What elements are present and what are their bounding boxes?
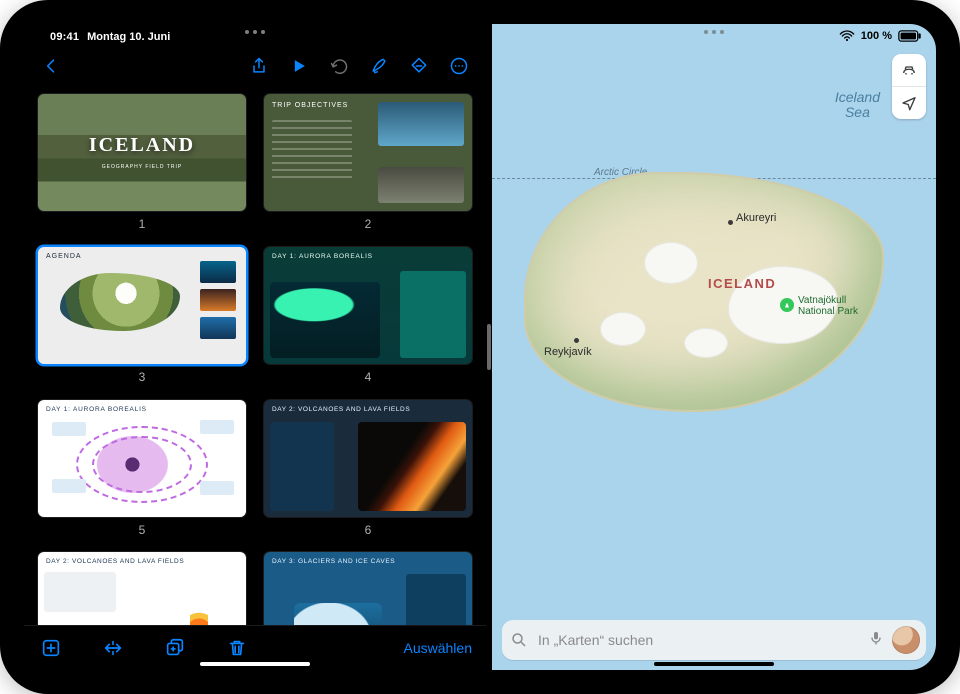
sea-label: Iceland Sea [835, 90, 880, 121]
locate-button[interactable] [892, 87, 926, 119]
split-divider-handle[interactable] [487, 324, 491, 370]
glacier [684, 328, 728, 358]
battery-percent: 100 % [861, 30, 892, 42]
slide-thumbnail[interactable]: ICELAND GEOGRAPHY FIELD TRIP 1 [38, 94, 246, 235]
slide-grid[interactable]: ICELAND GEOGRAPHY FIELD TRIP 1 TRIP OBJE… [24, 84, 486, 625]
slide-heading: DAY 3: GLACIERS AND ICE CAVES [272, 558, 395, 565]
share-button[interactable] [244, 51, 274, 81]
undo-button[interactable] [324, 51, 354, 81]
slide-thumbnail[interactable]: DAY 1: AURORA BOREALIS 4 [264, 247, 472, 388]
slide-subtitle: GEOGRAPHY FIELD TRIP [38, 164, 246, 170]
glacier [600, 312, 646, 346]
battery-icon [898, 30, 922, 42]
move-slide-button[interactable] [100, 635, 126, 661]
more-button[interactable] [444, 51, 474, 81]
multitasking-dots-left[interactable] [245, 30, 265, 34]
park-pin-icon[interactable] [780, 298, 794, 312]
maps-app[interactable]: 100 % Iceland Sea Arctic Circle ICELAND … [492, 24, 936, 670]
duplicate-slide-button[interactable] [162, 635, 188, 661]
city-dot-reykjavik[interactable] [574, 338, 579, 343]
wifi-icon [839, 30, 855, 42]
back-button[interactable] [36, 51, 66, 81]
slide-thumbnail[interactable]: DAY 2: VOLCANOES AND LAVA FIELDS 7 [38, 552, 246, 625]
add-slide-button[interactable] [38, 635, 64, 661]
slide-heading: DAY 2: VOLCANOES AND LAVA FIELDS [272, 406, 410, 413]
slide-number: 4 [365, 370, 372, 384]
slide-thumbnail[interactable]: DAY 1: AURORA BOREALIS 5 [38, 400, 246, 541]
multitasking-dots-right[interactable] [704, 30, 724, 34]
select-button[interactable]: Auswählen [404, 640, 473, 656]
map-mode-button[interactable] [892, 54, 926, 87]
account-avatar[interactable] [892, 626, 920, 654]
country-label: ICELAND [708, 276, 776, 291]
city-dot-akureyri[interactable] [728, 220, 733, 225]
park-label[interactable]: Vatnajökull National Park [798, 296, 858, 317]
slide-number: 1 [139, 217, 146, 231]
slide-thumbnail[interactable]: DAY 3: GLACIERS AND ICE CAVES 8 [264, 552, 472, 625]
slide-thumbnail[interactable]: TRIP OBJECTIVES 2 [264, 94, 472, 235]
status-bar-right: 100 % [839, 26, 922, 46]
slide-thumbnail-selected[interactable]: AGENDA 3 [38, 247, 246, 388]
slide-heading: AGENDA [46, 253, 82, 260]
status-time: 09:41 [50, 31, 79, 43]
city-label-akureyri[interactable]: Akureyri [736, 212, 776, 224]
search-icon [510, 631, 528, 649]
map-search-bar[interactable] [502, 620, 926, 660]
delete-slide-button[interactable] [224, 635, 250, 661]
status-date: Montag 10. Juni [87, 31, 170, 43]
slide-number: 5 [139, 523, 146, 537]
status-bar-left: 09:41 Montag 10. Juni [24, 24, 486, 48]
format-brush-button[interactable] [364, 51, 394, 81]
slide-heading: DAY 2: VOLCANOES AND LAVA FIELDS [46, 558, 184, 565]
animate-button[interactable] [404, 51, 434, 81]
keynote-app: 09:41 Montag 10. Juni [24, 24, 486, 670]
home-indicator-left[interactable] [200, 662, 310, 666]
map-controls [892, 54, 926, 119]
slide-heading: TRIP OBJECTIVES [272, 102, 348, 109]
home-indicator-right[interactable] [654, 662, 774, 666]
slide-thumbnail[interactable]: DAY 2: VOLCANOES AND LAVA FIELDS 6 [264, 400, 472, 541]
slide-heading: DAY 1: AURORA BOREALIS [272, 253, 373, 260]
city-label-reykjavik[interactable]: Reykjavík [544, 346, 592, 358]
search-input[interactable] [536, 631, 860, 649]
keynote-toolbar [24, 48, 486, 84]
slide-number: 6 [365, 523, 372, 537]
slide-title: ICELAND [38, 134, 246, 157]
play-button[interactable] [284, 51, 314, 81]
slide-number: 2 [365, 217, 372, 231]
slide-heading: DAY 1: AURORA BOREALIS [46, 406, 147, 413]
glacier [644, 242, 698, 284]
slide-number: 3 [139, 370, 146, 384]
dictate-button[interactable] [868, 628, 884, 653]
